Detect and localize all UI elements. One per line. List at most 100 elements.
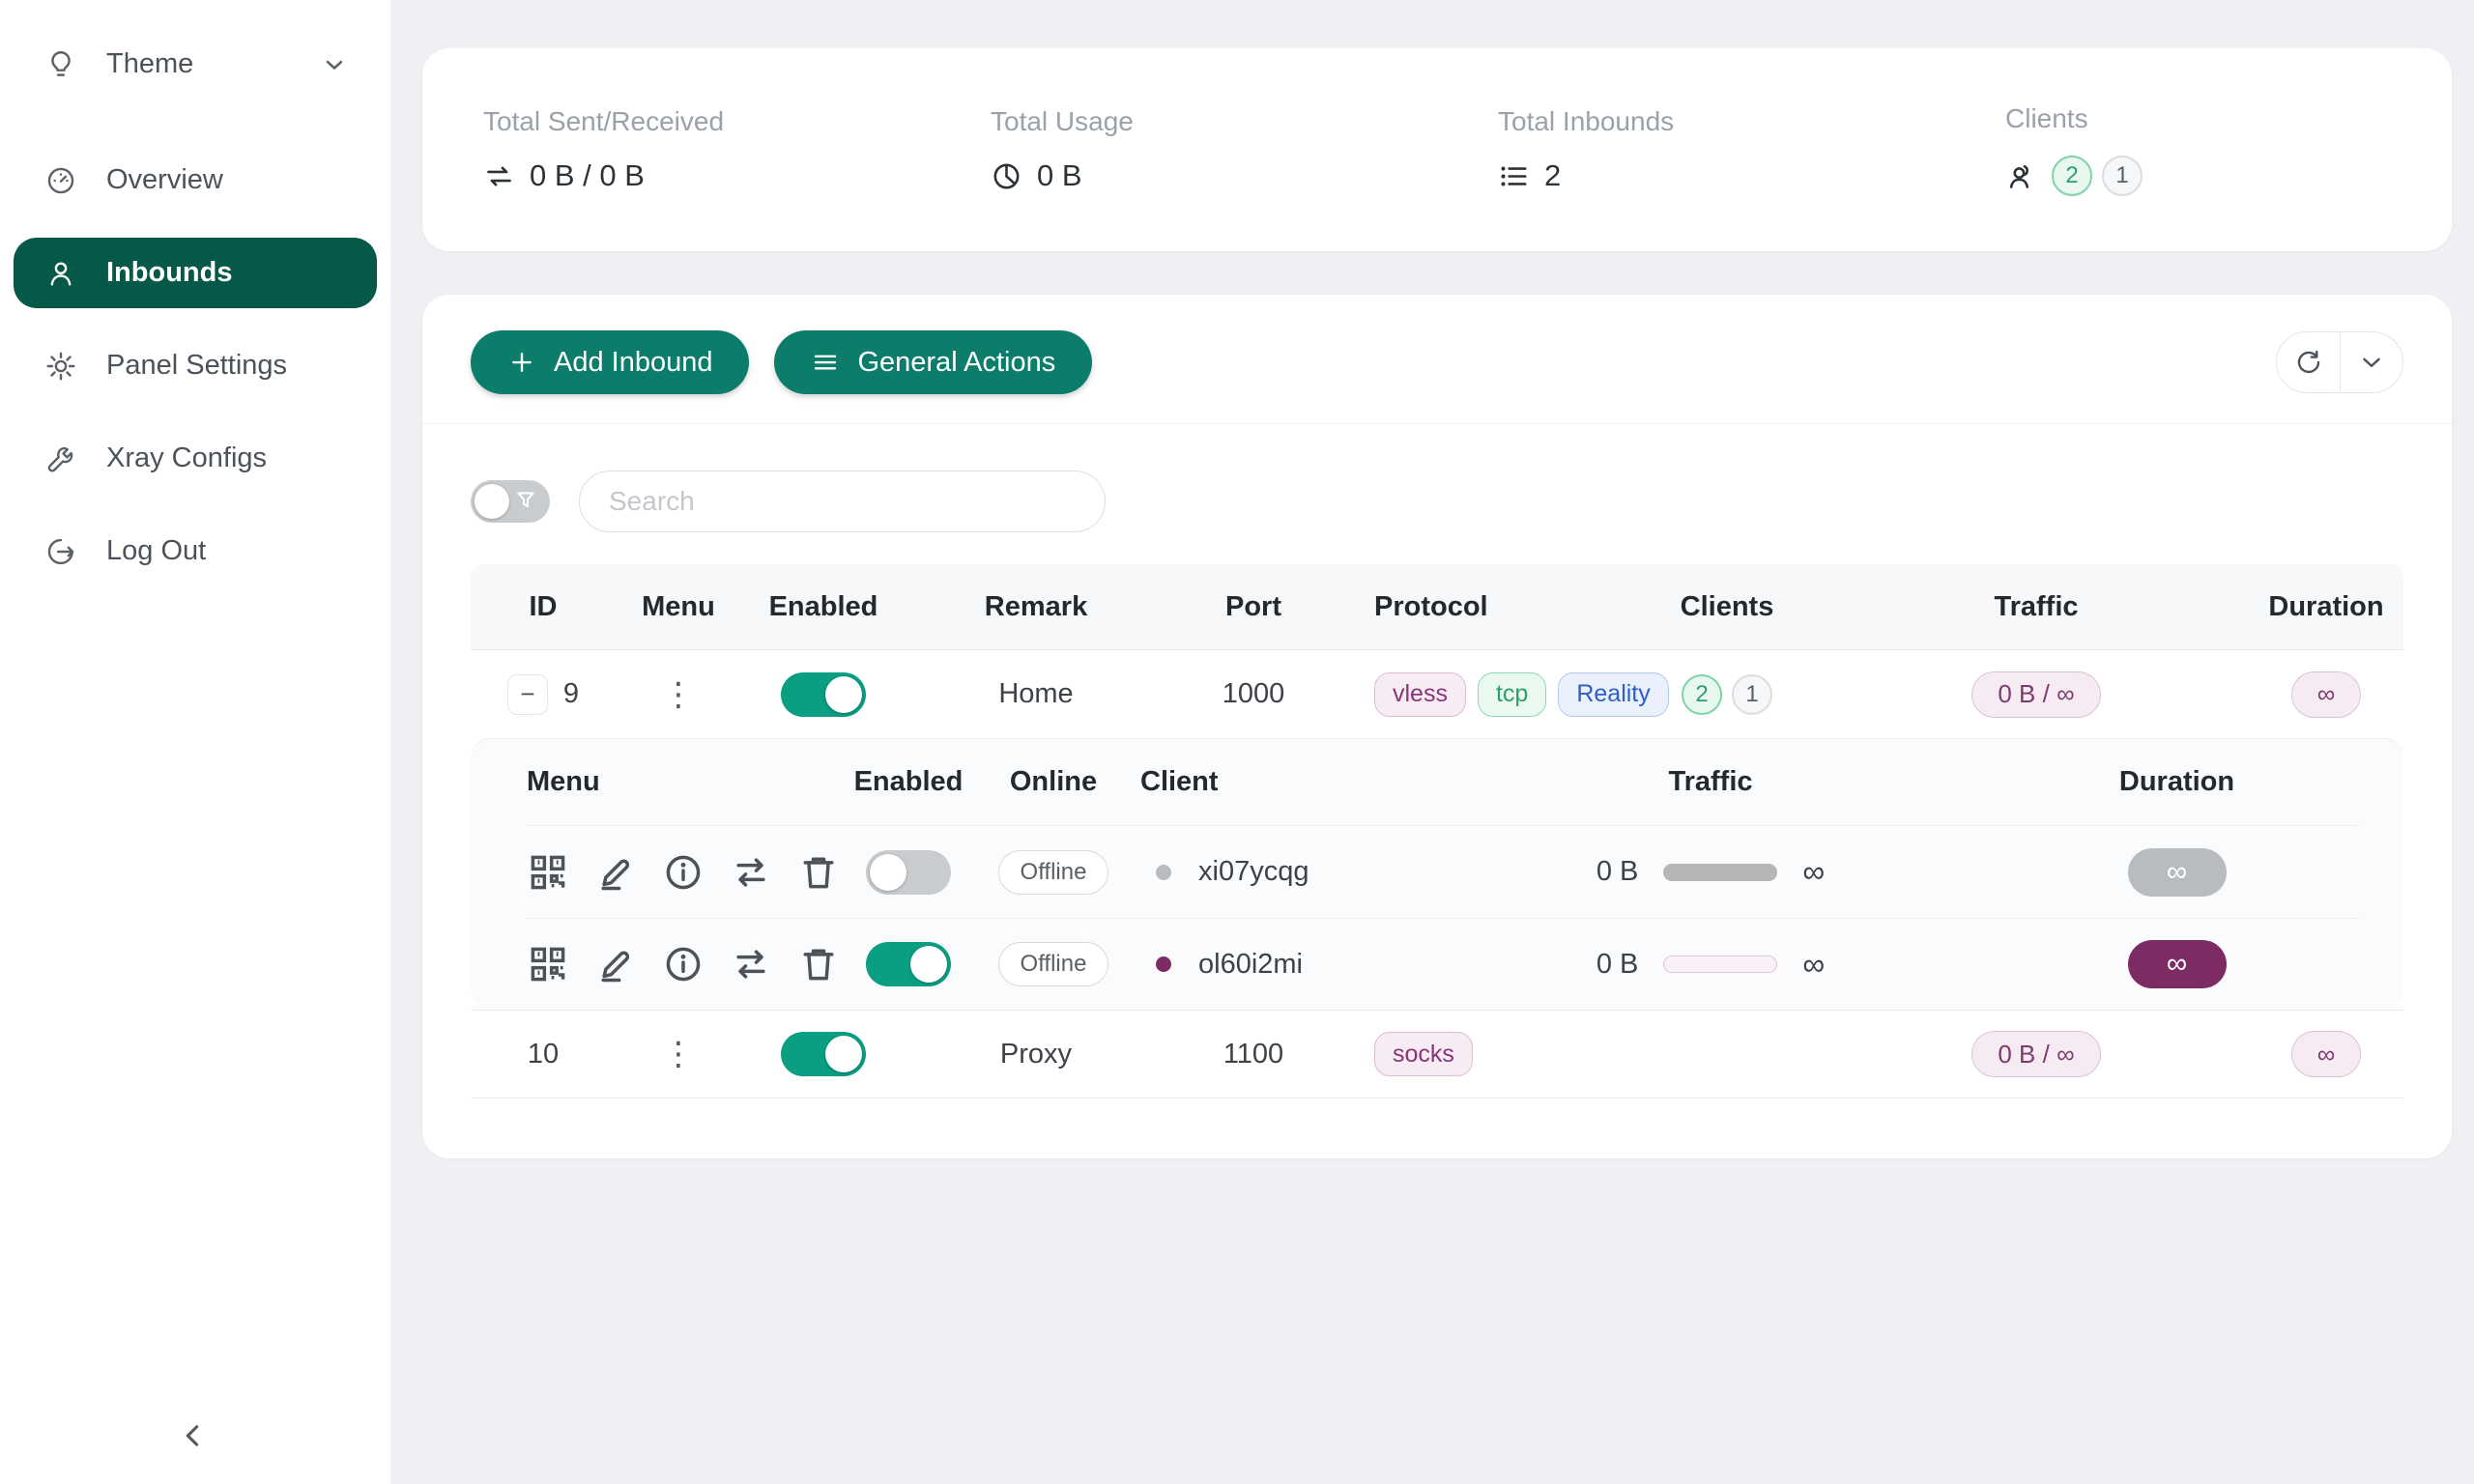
delete-icon[interactable]: [797, 943, 840, 985]
sidebar-collapse-button[interactable]: [162, 1405, 224, 1467]
general-actions-button[interactable]: General Actions: [774, 330, 1092, 394]
reset-traffic-icon[interactable]: [730, 943, 772, 985]
hamburger-icon: [811, 348, 840, 377]
stat-value: 0 B: [1037, 158, 1082, 193]
edit-icon[interactable]: [594, 943, 637, 985]
search-row: [422, 424, 2452, 532]
collapse-row-button[interactable]: −: [507, 674, 548, 715]
table-row-inbound-9: − 9 ⋮ Home 1000 vless tcp Reality: [471, 649, 2403, 738]
qr-code-icon[interactable]: [527, 943, 569, 985]
duration-pill[interactable]: ∞: [2291, 671, 2362, 718]
clients-inactive-badge: 1: [1732, 674, 1772, 715]
inbounds-table: ID Menu Enabled Remark Port Protocol Cli…: [471, 564, 2403, 1099]
sidebar-item-panel-settings[interactable]: Panel Settings: [14, 330, 377, 401]
col-duration: Duration: [2249, 591, 2403, 623]
sidebar: Theme Overview Inbounds: [0, 0, 390, 1484]
inbound-id: 9: [563, 678, 579, 710]
delete-icon[interactable]: [797, 851, 840, 894]
enabled-toggle[interactable]: [781, 672, 866, 717]
inbound-id: 10: [528, 1039, 559, 1070]
row-menu-button[interactable]: ⋮: [662, 678, 695, 711]
sidebar-item-xray-configs[interactable]: Xray Configs: [14, 423, 377, 494]
client-enabled-toggle[interactable]: [866, 850, 951, 895]
funnel-icon: [513, 488, 538, 518]
lightbulb-icon: [44, 48, 77, 81]
pie-icon: [991, 160, 1022, 192]
infinity-icon: ∞: [1802, 947, 1825, 983]
client-duration-pill[interactable]: ∞: [2128, 848, 2227, 897]
client-status-dot: [1156, 865, 1171, 880]
sidebar-item-overview[interactable]: Overview: [14, 145, 377, 215]
stats-card: Total Sent/Received 0 B / 0 B Total Usag…: [422, 48, 2452, 251]
protocol-tag: vless: [1374, 672, 1466, 717]
client-sub-table: Menu Enabled Online Client Traffic Durat…: [471, 738, 2403, 1010]
refresh-button-group: [2276, 331, 2403, 393]
sidebar-item-label: Panel Settings: [106, 350, 287, 382]
online-status-badge: Offline: [998, 850, 1109, 895]
col-menu: Menu: [616, 591, 741, 623]
logout-icon: [44, 535, 77, 568]
stat-label: Clients: [2005, 103, 2452, 134]
sub-col-duration: Duration: [1991, 766, 2363, 798]
info-icon[interactable]: [662, 851, 705, 894]
stat-label: Total Inbounds: [1498, 106, 1944, 137]
col-remark: Remark: [906, 591, 1166, 623]
info-icon[interactable]: [662, 943, 705, 985]
client-enabled-toggle[interactable]: [866, 942, 951, 986]
client-row-xi07ycqg: Offline xi07ycqg 0 B ∞: [527, 826, 2360, 918]
stat-total-inbounds: Total Inbounds 2: [1437, 106, 1944, 193]
col-id: ID: [471, 591, 616, 623]
stat-total-usage: Total Usage 0 B: [930, 106, 1437, 193]
client-status-dot: [1156, 956, 1171, 972]
stat-label: Total Sent/Received: [483, 106, 930, 137]
sidebar-item-log-out[interactable]: Log Out: [14, 516, 377, 586]
transfer-icon: [483, 160, 515, 192]
traffic-pill[interactable]: 0 B / ∞: [1971, 1031, 2100, 1077]
client-duration-pill[interactable]: ∞: [2128, 940, 2227, 988]
col-traffic: Traffic: [1824, 591, 2249, 623]
toggle-knob: [870, 854, 906, 891]
inbound-port: 1000: [1166, 678, 1340, 710]
main-content: Total Sent/Received 0 B / 0 B Total Usag…: [390, 0, 2474, 1484]
stat-clients: Clients 2 1: [1944, 103, 2452, 196]
general-actions-label: General Actions: [857, 347, 1055, 379]
sidebar-item-label: Xray Configs: [106, 442, 267, 474]
client-name: ol60i2mi: [1198, 949, 1303, 981]
reset-traffic-icon[interactable]: [730, 851, 772, 894]
duration-pill[interactable]: ∞: [2291, 1031, 2362, 1077]
chevron-down-icon: [321, 51, 348, 78]
col-clients: Clients: [1630, 591, 1824, 623]
sidebar-item-label: Inbounds: [106, 257, 232, 289]
inbound-remark: Home: [906, 678, 1166, 710]
edit-icon[interactable]: [594, 851, 637, 894]
col-port: Port: [1166, 591, 1340, 623]
sidebar-item-inbounds[interactable]: Inbounds: [14, 238, 377, 308]
refresh-button[interactable]: [2277, 332, 2340, 392]
add-inbound-button[interactable]: Add Inbound: [471, 330, 749, 394]
gear-icon: [44, 350, 77, 383]
add-inbound-label: Add Inbound: [554, 347, 712, 379]
sidebar-item-theme[interactable]: Theme: [14, 29, 377, 100]
search-input[interactable]: [579, 471, 1106, 532]
traffic-pill[interactable]: 0 B / ∞: [1971, 671, 2100, 718]
traffic-progress-bar: [1663, 956, 1777, 973]
stat-label: Total Usage: [991, 106, 1437, 137]
person-icon: [44, 257, 77, 290]
sub-col-enabled: Enabled: [850, 766, 966, 798]
inbounds-card: Add Inbound General Actions: [422, 295, 2452, 1158]
filter-toggle[interactable]: [471, 480, 550, 523]
qr-code-icon[interactable]: [527, 851, 569, 894]
refresh-dropdown-button[interactable]: [2340, 332, 2402, 392]
refresh-icon: [2294, 348, 2323, 377]
enabled-toggle[interactable]: [781, 1032, 866, 1076]
row-menu-button[interactable]: ⋮: [662, 1038, 695, 1070]
sub-col-online: Online: [966, 766, 1140, 798]
client-traffic-used: 0 B: [1597, 856, 1639, 888]
wrench-icon: [44, 442, 77, 475]
chevron-down-icon: [2357, 348, 2386, 377]
client-name: xi07ycqg: [1198, 856, 1309, 888]
clients-active-badge: 2: [2052, 156, 2092, 196]
infinity-icon: ∞: [1802, 854, 1825, 890]
toggle-knob: [910, 946, 947, 983]
stat-value: 0 B / 0 B: [530, 158, 645, 193]
